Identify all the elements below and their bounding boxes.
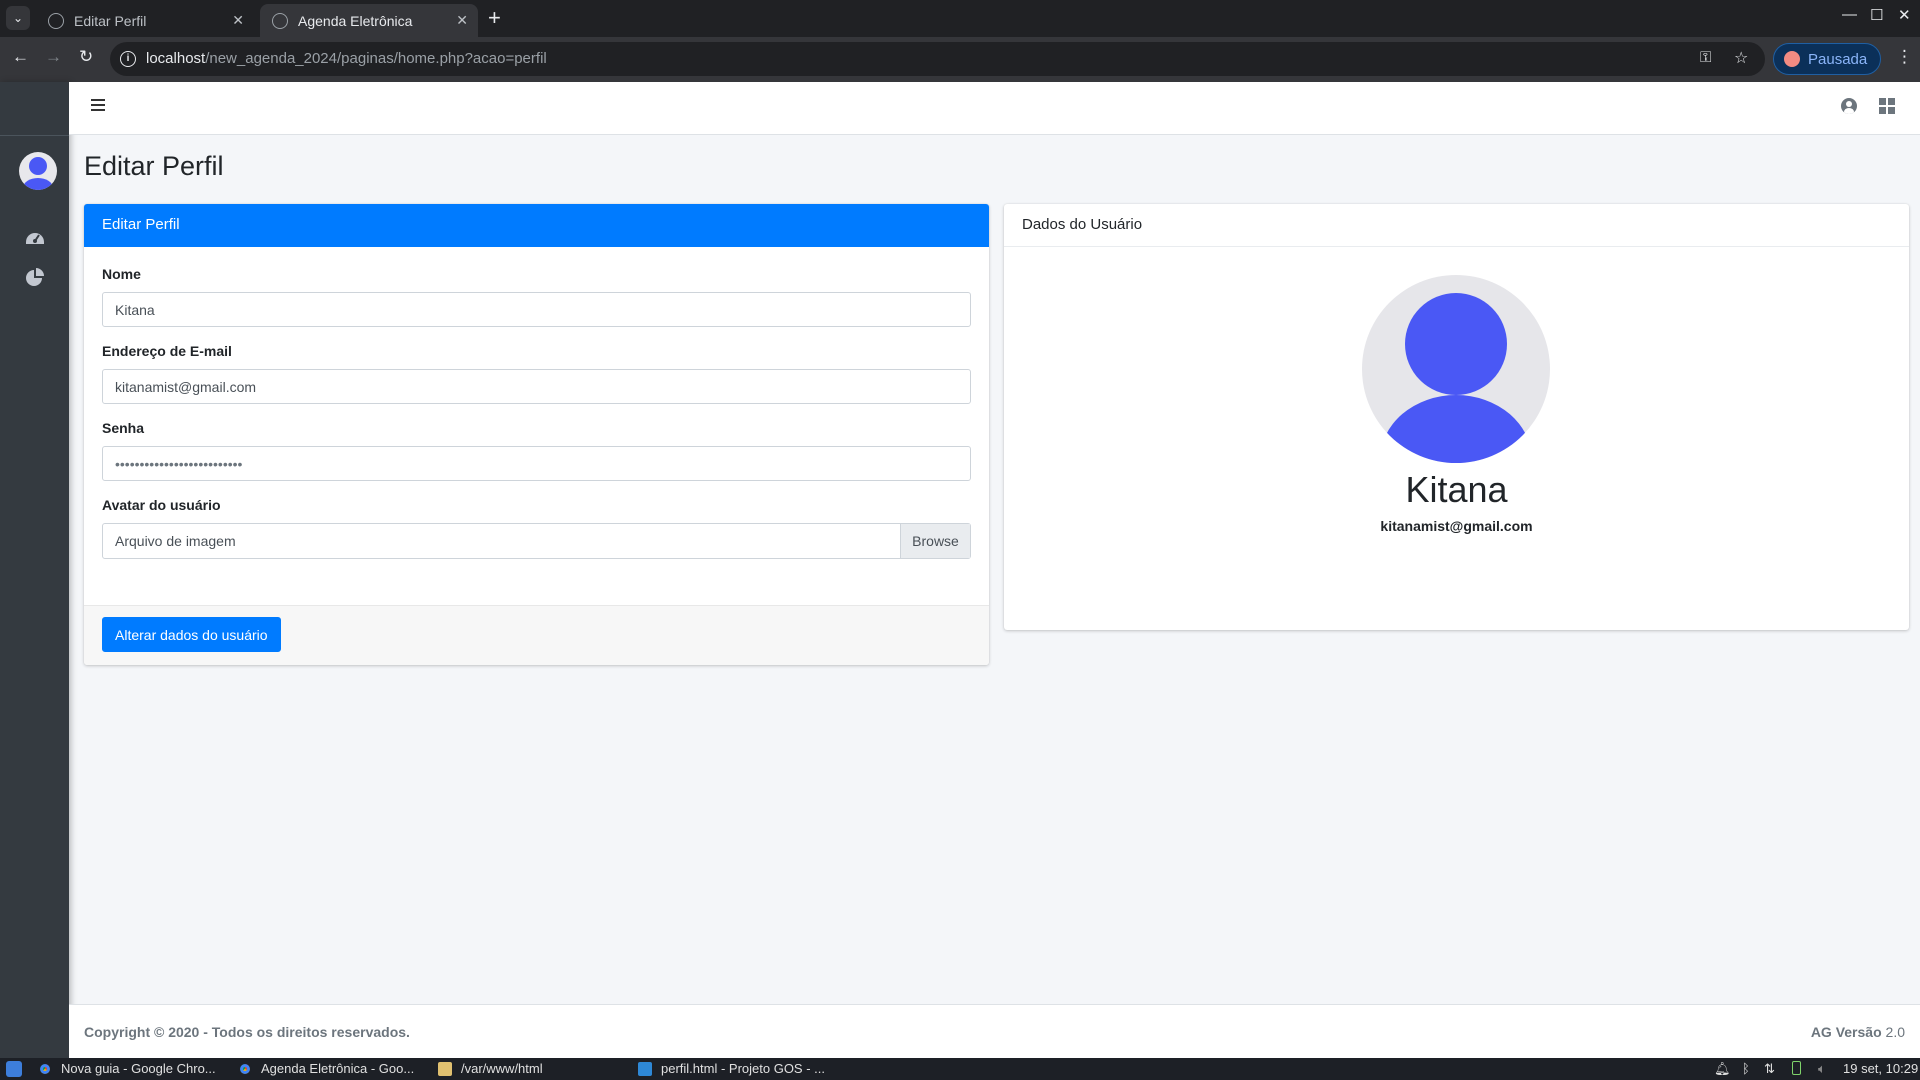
battery-icon[interactable] bbox=[1792, 1061, 1801, 1075]
user-data-card-header: Dados do Usuário bbox=[1004, 204, 1909, 247]
version-label: AG Versão bbox=[1810, 1024, 1882, 1040]
hamburger-menu-icon[interactable] bbox=[91, 99, 105, 111]
password-input[interactable] bbox=[102, 446, 971, 481]
taskbar-item-vscode[interactable]: perfil.html - Projeto GOS - ... bbox=[638, 1061, 825, 1076]
bluetooth-icon[interactable]: ᛒ bbox=[1742, 1061, 1750, 1076]
globe-icon bbox=[272, 12, 288, 29]
window-close-icon[interactable]: ✕ bbox=[1898, 6, 1911, 24]
browser-tab-bar: ⌄ Editar Perfil ✕ Agenda Eletrônica ✕ + … bbox=[0, 0, 1920, 37]
top-navbar bbox=[69, 82, 1920, 135]
name-group: Nome bbox=[102, 266, 971, 327]
update-user-button[interactable]: Alterar dados do usuário bbox=[102, 617, 281, 652]
password-key-icon[interactable]: ⚿ bbox=[1700, 49, 1711, 66]
sidebar-divider bbox=[0, 135, 69, 136]
taskbar-item-label: Nova guia - Google Chro... bbox=[61, 1061, 216, 1076]
edit-profile-form: Nome Endereço de E-mail Senha Avatar do … bbox=[84, 247, 989, 559]
browser-toolbar: ← → ↻ i localhost/new_agenda_2024/pagina… bbox=[0, 37, 1920, 82]
browser-tab-editar-perfil[interactable]: Editar Perfil ✕ bbox=[36, 4, 254, 37]
taskbar-item-nova-guia[interactable]: Nova guia - Google Chro... bbox=[38, 1061, 216, 1076]
url-path: /new_agenda_2024/paginas/home.php?acao=p… bbox=[205, 50, 547, 67]
bookmark-star-icon[interactable]: ☆ bbox=[1734, 48, 1748, 68]
taskbar-item-folder[interactable]: /var/www/html bbox=[438, 1061, 543, 1076]
avatar-file-input[interactable]: Arquivo de imagem Browse bbox=[102, 523, 971, 559]
user-circle-icon[interactable] bbox=[1841, 98, 1857, 114]
minimize-icon[interactable]: — bbox=[1842, 6, 1857, 23]
page-viewport: Editar Perfil Editar Perfil Nome Endereç… bbox=[0, 82, 1920, 1058]
edit-profile-card-header: Editar Perfil bbox=[84, 204, 989, 247]
password-group: Senha bbox=[102, 420, 971, 481]
forward-arrow-icon[interactable]: → bbox=[45, 47, 62, 67]
globe-icon bbox=[48, 12, 64, 29]
url-host: localhost bbox=[146, 50, 206, 67]
address-bar[interactable]: i localhost/new_agenda_2024/paginas/home… bbox=[110, 42, 1765, 76]
vscode-icon bbox=[638, 1061, 652, 1076]
taskbar-item-agenda[interactable]: Agenda Eletrônica - Goo... bbox=[238, 1061, 414, 1076]
name-input[interactable] bbox=[102, 292, 971, 327]
user-data-card: Dados do Usuário Kitana kitanamist@gmail… bbox=[1004, 204, 1909, 630]
back-arrow-icon[interactable]: ← bbox=[12, 47, 29, 67]
email-input[interactable] bbox=[102, 369, 971, 404]
taskbar-clock[interactable]: 19 set, 10:29 bbox=[1843, 1061, 1918, 1076]
new-tab-button[interactable]: + bbox=[488, 6, 501, 30]
version-text: AG Versão 2.0 bbox=[1811, 1024, 1905, 1040]
user-avatar-image bbox=[1362, 275, 1550, 463]
main-content: Editar Perfil Editar Perfil Nome Endereç… bbox=[69, 135, 1920, 1004]
browse-button[interactable]: Browse bbox=[900, 524, 970, 558]
browser-menu-icon[interactable]: ⋮ bbox=[1896, 47, 1913, 67]
sidebar-user-avatar[interactable] bbox=[19, 152, 57, 190]
sidebar bbox=[0, 82, 69, 1058]
tab-close-icon[interactable]: ✕ bbox=[232, 12, 244, 29]
url-text[interactable]: localhost/new_agenda_2024/paginas/home.p… bbox=[146, 50, 547, 67]
taskbar-item-label: perfil.html - Projeto GOS - ... bbox=[661, 1061, 825, 1076]
copyright-text: Copyright © 2020 - Todos os direitos res… bbox=[84, 1024, 410, 1040]
avatar-label: Avatar do usuário bbox=[102, 497, 221, 513]
password-label: Senha bbox=[102, 420, 145, 436]
chrome-icon bbox=[38, 1061, 52, 1076]
pie-chart-icon[interactable] bbox=[24, 267, 46, 289]
tab-search-button[interactable]: ⌄ bbox=[6, 6, 30, 30]
tab-close-icon[interactable]: ✕ bbox=[456, 12, 468, 29]
chrome-icon bbox=[238, 1061, 252, 1076]
profile-chip[interactable]: Pausada bbox=[1773, 43, 1881, 75]
edit-profile-card: Editar Perfil Nome Endereço de E-mail Se… bbox=[84, 204, 989, 665]
profile-chip-label: Pausada bbox=[1808, 50, 1868, 68]
page-title: Editar Perfil bbox=[84, 151, 224, 181]
browser-tab-agenda[interactable]: Agenda Eletrônica ✕ bbox=[260, 4, 478, 37]
site-info-icon[interactable]: i bbox=[120, 51, 136, 67]
taskbar-item-label: /var/www/html bbox=[461, 1061, 543, 1076]
maximize-icon[interactable]: ☐ bbox=[1870, 6, 1883, 24]
taskbar-item-label: Agenda Eletrônica - Goo... bbox=[261, 1061, 415, 1076]
apps-grid-icon[interactable] bbox=[1879, 98, 1895, 114]
start-menu-icon[interactable] bbox=[6, 1061, 22, 1077]
name-label: Nome bbox=[102, 266, 141, 282]
email-group: Endereço de E-mail bbox=[102, 343, 971, 404]
network-icon[interactable]: ⇅ bbox=[1764, 1061, 1775, 1077]
os-taskbar: Nova guia - Google Chro... Agenda Eletrô… bbox=[0, 1058, 1920, 1080]
avatar-file-placeholder: Arquivo de imagem bbox=[115, 533, 236, 549]
folder-icon bbox=[438, 1061, 452, 1076]
email-label: Endereço de E-mail bbox=[102, 343, 232, 359]
version-number: 2.0 bbox=[1885, 1024, 1905, 1040]
profile-avatar-icon bbox=[1784, 51, 1800, 67]
notification-bell-icon[interactable]: 🔔︎ bbox=[1714, 1061, 1731, 1077]
volume-muted-icon[interactable]: 🔈︎ bbox=[1818, 1061, 1826, 1077]
page-footer: Copyright © 2020 - Todos os direitos res… bbox=[69, 1004, 1920, 1058]
tab-title: Editar Perfil bbox=[74, 12, 147, 29]
avatar-group: Avatar do usuário Arquivo de imagem Brow… bbox=[102, 497, 971, 559]
edit-profile-card-footer: Alterar dados do usuário bbox=[84, 605, 989, 665]
tab-title: Agenda Eletrônica bbox=[298, 12, 413, 29]
profile-name: Kitana bbox=[1405, 469, 1508, 510]
dashboard-gauge-icon[interactable] bbox=[24, 227, 46, 249]
profile-email: kitanamist@gmail.com bbox=[1380, 518, 1533, 534]
reload-icon[interactable]: ↻ bbox=[79, 47, 93, 67]
